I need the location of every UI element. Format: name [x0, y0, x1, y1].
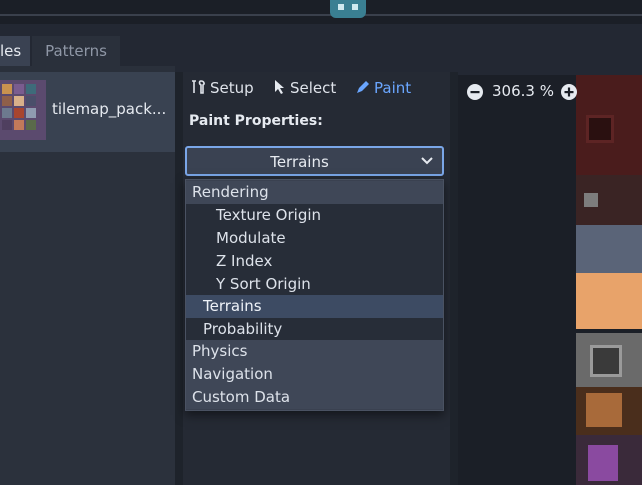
tile-red-block[interactable] — [586, 115, 614, 143]
dropdown-popup-menu: Rendering Texture Origin Modulate Z Inde… — [185, 179, 444, 411]
dropdown-selected-value: Terrains — [270, 153, 329, 171]
tab-tiles[interactable]: les — [0, 36, 30, 66]
menu-item-y-sort-origin[interactable]: Y Sort Origin — [186, 273, 443, 296]
setup-label: Setup — [210, 79, 254, 97]
select-button[interactable]: Select — [273, 78, 336, 98]
menu-item-texture-origin[interactable]: Texture Origin — [186, 204, 443, 227]
menu-item-navigation[interactable]: Navigation — [186, 363, 443, 386]
tab-tiles-label: les — [0, 42, 22, 60]
menu-item-z-index[interactable]: Z Index — [186, 250, 443, 273]
timeline-line — [0, 14, 642, 16]
tab-patterns[interactable]: Patterns — [32, 36, 120, 66]
paint-properties-heading: Paint Properties: — [189, 113, 323, 129]
menu-item-custom-data[interactable]: Custom Data — [186, 386, 443, 409]
paint-button[interactable]: Paint — [355, 78, 411, 98]
tile-barrel — [586, 393, 622, 427]
select-label: Select — [290, 79, 337, 97]
zoom-out-icon[interactable] — [466, 83, 484, 101]
panel-divider-right[interactable] — [450, 72, 458, 485]
menu-item-modulate[interactable]: Modulate — [186, 227, 443, 250]
tile-atlas-view[interactable] — [458, 75, 642, 485]
atlas-name: tilemap_pack... — [52, 100, 167, 118]
menu-item-physics[interactable]: Physics — [186, 340, 443, 363]
pencil-icon — [357, 81, 369, 93]
paint-property-dropdown[interactable]: Terrains — [185, 146, 444, 176]
tile-stone — [584, 193, 598, 207]
top-strip — [0, 0, 642, 24]
zoom-level: 306.3 % — [492, 82, 554, 100]
tile-stone-frame-inner — [590, 345, 622, 377]
menu-item-rendering[interactable]: Rendering — [186, 181, 443, 204]
tile-sand[interactable] — [576, 273, 642, 329]
chevron-down-icon — [421, 157, 433, 165]
setup-button[interactable]: Setup — [191, 78, 254, 98]
tile-metal-grate[interactable] — [576, 225, 642, 273]
zoom-in-icon[interactable] — [560, 83, 578, 101]
panel-divider[interactable] — [175, 72, 183, 485]
sprite-thumbnail-icon — [330, 0, 366, 18]
menu-item-terrains[interactable]: Terrains — [186, 295, 443, 318]
paint-label: Paint — [374, 79, 412, 97]
cursor-icon — [275, 80, 284, 94]
wrench-screwdriver-icon — [192, 80, 205, 94]
menu-item-probability[interactable]: Probability — [186, 318, 443, 341]
atlas-thumbnail — [0, 80, 46, 140]
tile-character-body — [588, 445, 618, 481]
